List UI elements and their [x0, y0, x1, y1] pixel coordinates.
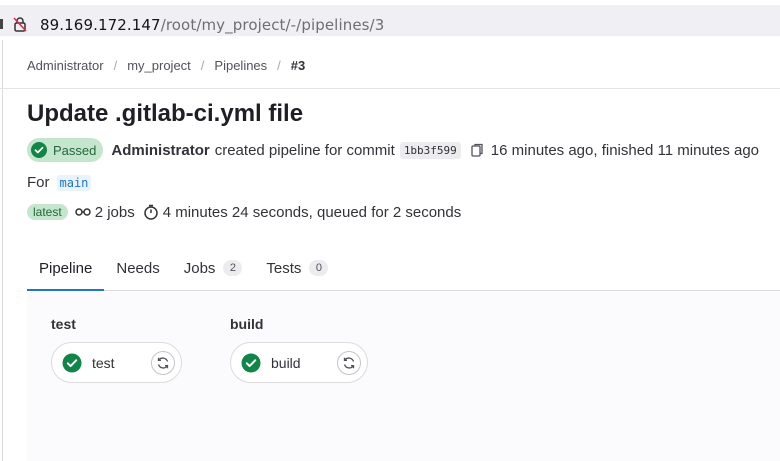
jobs-count-text: 2 jobs	[94, 203, 135, 221]
tab-count-badge: 0	[309, 260, 329, 276]
duration-text: 4 minutes 24 seconds, queued for 2 secon…	[162, 203, 462, 221]
url-text[interactable]: 89.169.172.147/root/my_project/-/pipelin…	[40, 16, 384, 34]
breadcrumb: Administrator / my_project / Pipelines /…	[27, 58, 305, 73]
status-label: Passed	[53, 142, 97, 158]
stage-column-build: build build	[230, 316, 368, 383]
job-name: test	[92, 354, 115, 371]
stage-title: build	[230, 316, 264, 332]
breadcrumb-divider	[0, 88, 780, 89]
breadcrumb-separator: /	[277, 58, 281, 73]
tab-needs[interactable]: Needs	[104, 246, 171, 290]
breadcrumb-pipeline-id[interactable]: #3	[291, 58, 305, 73]
breadcrumb-administrator[interactable]: Administrator	[27, 58, 104, 73]
latest-badge: latest	[27, 204, 68, 220]
tab-tests[interactable]: Tests 0	[254, 246, 340, 290]
status-success-icon	[241, 353, 261, 373]
url-host: 89.169.172.147	[40, 16, 161, 34]
retry-icon[interactable]	[151, 350, 175, 375]
status-success-icon	[31, 142, 47, 158]
sidebar-edge	[2, 40, 3, 461]
meta-row: latest 2 jobs 4 minutes 24 seconds, queu…	[27, 203, 461, 221]
pipeline-jobs-icon	[74, 204, 91, 220]
job-pill-build[interactable]: build	[230, 342, 368, 383]
ref-row: For main	[27, 174, 92, 191]
job-name: build	[271, 354, 301, 371]
stage-title: test	[51, 316, 76, 332]
status-badge[interactable]: Passed	[27, 138, 104, 162]
insecure-lock-icon[interactable]	[13, 16, 27, 32]
tab-pipeline[interactable]: Pipeline	[27, 246, 105, 291]
tab-label: Needs	[116, 259, 160, 277]
tab-count-badge: 2	[223, 260, 243, 276]
tab-label: Jobs	[183, 259, 216, 277]
retry-icon[interactable]	[337, 350, 361, 375]
browser-url-bar: 89.169.172.147/root/my_project/-/pipelin…	[0, 0, 780, 40]
tab-label: Tests	[266, 259, 302, 277]
breadcrumb-separator: /	[113, 58, 118, 73]
status-success-icon	[62, 353, 82, 373]
timer-icon	[143, 204, 159, 220]
tab-jobs[interactable]: Jobs 2	[172, 246, 255, 290]
author-link[interactable]: Administrator	[111, 142, 209, 159]
pipeline-graph: test test build build	[27, 292, 780, 461]
action-text: created pipeline for commit	[214, 141, 395, 159]
breadcrumb-pipelines[interactable]: Pipelines	[214, 58, 267, 73]
breadcrumb-separator: /	[200, 58, 205, 73]
stage-column-test: test test	[51, 316, 182, 383]
breadcrumb-project[interactable]: my_project	[127, 58, 191, 73]
for-label: For	[27, 174, 50, 191]
url-path: /root/my_project/-/pipelines/3	[160, 16, 385, 34]
ref-link[interactable]: main	[56, 174, 92, 191]
tab-label: Pipeline	[39, 259, 93, 277]
address-field[interactable]: 89.169.172.147/root/my_project/-/pipelin…	[0, 5, 780, 36]
copy-icon[interactable]	[471, 143, 484, 157]
pipeline-tabs: Pipeline Needs Jobs 2 Tests 0	[27, 246, 780, 291]
job-pill-test[interactable]: test	[51, 342, 182, 383]
page-title: Update .gitlab-ci.yml file	[27, 100, 304, 127]
timing-text: 16 minutes ago, finished 11 minutes ago	[490, 141, 760, 159]
back-chevron-icon[interactable]	[0, 19, 3, 29]
commit-sha-link[interactable]: 1bb3f599	[399, 141, 461, 159]
pipeline-info-row: Passed Administrator created pipeline fo…	[27, 138, 759, 162]
